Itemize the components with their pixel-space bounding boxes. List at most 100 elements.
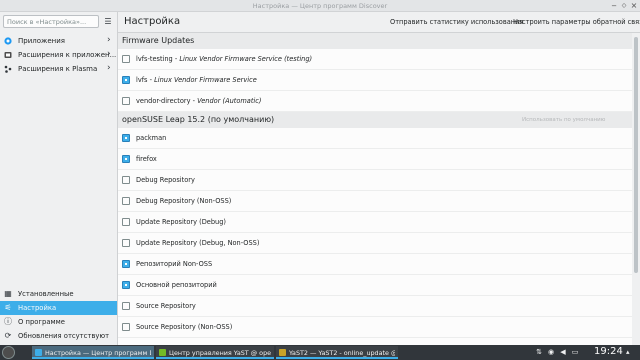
battery-icon[interactable]: ▭ bbox=[570, 347, 580, 358]
volume-icon[interactable]: ◀ bbox=[558, 347, 568, 358]
repo-checkbox[interactable] bbox=[122, 176, 130, 184]
repo-name: firefox bbox=[136, 155, 157, 163]
repo-name: Source Repository (Non-OSS) bbox=[136, 323, 233, 331]
task-label: YaST2 — YaST2 - online_update @ ... bbox=[289, 349, 395, 357]
discover-icon bbox=[35, 349, 42, 356]
section-header: openSUSE Leap 15.2 (по умолчанию) Исполь… bbox=[118, 112, 632, 128]
yast-update-icon bbox=[279, 349, 286, 356]
sidebar-item-settings[interactable]: ⚟ Настройка bbox=[0, 301, 117, 315]
sidebar-item-applications[interactable]: Приложения › bbox=[0, 34, 117, 48]
repository-row: packman bbox=[118, 128, 632, 149]
repository-row: Source Repository bbox=[118, 296, 632, 317]
minimize-button[interactable]: ‒ bbox=[609, 1, 619, 11]
feedback-settings-button[interactable]: Настроить параметры обратной связи bbox=[513, 18, 640, 26]
repo-checkbox[interactable] bbox=[122, 97, 130, 105]
window-title: Настройка — Центр программ Discover bbox=[252, 2, 388, 10]
repo-name: Source Repository bbox=[136, 302, 196, 310]
scrollbar-thumb[interactable] bbox=[634, 37, 638, 273]
chevron-right-icon: › bbox=[107, 49, 111, 59]
use-default-button[interactable]: Использовать по умолчанию bbox=[522, 117, 605, 123]
repo-checkbox[interactable] bbox=[122, 76, 130, 84]
repository-row: lvfs - Linux Vendor Firmware Service bbox=[118, 70, 632, 91]
task-label: Центр управления YaST @ openS... bbox=[169, 349, 271, 357]
sidebar-item-label: Установленные bbox=[18, 290, 74, 298]
task-label: Настройка — Центр программ Di... bbox=[45, 349, 151, 357]
applications-icon bbox=[4, 37, 12, 45]
application-launcher-icon[interactable] bbox=[2, 346, 15, 359]
repository-row: Update Repository (Debug, Non-OSS) bbox=[118, 233, 632, 254]
sidebar-item-updates[interactable]: ⟳ Обновления отсутствуют bbox=[0, 329, 117, 343]
hamburger-menu-icon[interactable]: ☰ bbox=[102, 16, 114, 27]
repo-name: Основной репозиторий bbox=[136, 281, 217, 289]
sidebar-item-app-addons[interactable]: Расширения к приложен... › bbox=[0, 48, 117, 62]
settings-icon: ⚟ bbox=[4, 303, 12, 312]
repository-row: firefox bbox=[118, 149, 632, 170]
repo-checkbox[interactable] bbox=[122, 281, 130, 289]
repo-checkbox[interactable] bbox=[122, 197, 130, 205]
sidebar-item-about[interactable]: ⓘ О программе bbox=[0, 315, 117, 329]
plasma-addons-icon bbox=[4, 65, 12, 73]
repo-name: Debug Repository (Non-OSS) bbox=[136, 197, 232, 205]
repo-checkbox[interactable] bbox=[122, 55, 130, 63]
repo-checkbox[interactable] bbox=[122, 134, 130, 142]
window-titlebar: Настройка — Центр программ Discover ‒ ◇ … bbox=[0, 0, 640, 12]
chevron-right-icon: › bbox=[107, 35, 111, 45]
send-usage-stats-button[interactable]: Отправить статистику использования bbox=[390, 18, 523, 26]
repo-checkbox[interactable] bbox=[122, 218, 130, 226]
sidebar-item-plasma-addons[interactable]: Расширения к Plasma › bbox=[0, 62, 117, 76]
repo-name: lvfs-testing - Linux Vendor Firmware Ser… bbox=[136, 55, 313, 63]
repository-row: Debug Repository (Non-OSS) bbox=[118, 191, 632, 212]
repository-row: Репозиторий Non-OSS bbox=[118, 254, 632, 275]
repo-name: Update Repository (Debug, Non-OSS) bbox=[136, 239, 260, 247]
page-header: Настройка Отправить статистику использов… bbox=[118, 12, 640, 33]
chevron-right-icon: › bbox=[107, 63, 111, 73]
repo-name: packman bbox=[136, 134, 167, 142]
about-icon: ⓘ bbox=[4, 317, 12, 326]
section-title: Firmware Updates bbox=[122, 36, 195, 45]
sidebar-item-label: Расширения к Plasma bbox=[18, 65, 98, 73]
network-icon[interactable]: ⇅ bbox=[534, 347, 544, 358]
taskbar: Настройка — Центр программ Di... Центр у… bbox=[0, 345, 640, 360]
close-button[interactable]: × bbox=[629, 1, 639, 11]
sidebar-item-label: Настройка bbox=[18, 304, 57, 312]
page-title: Настройка bbox=[124, 16, 181, 27]
vertical-scrollbar[interactable] bbox=[632, 33, 640, 345]
addons-icon bbox=[4, 52, 12, 58]
repository-row: lvfs-testing - Linux Vendor Firmware Ser… bbox=[118, 49, 632, 70]
repo-checkbox[interactable] bbox=[122, 323, 130, 331]
discover-icon[interactable]: ◉ bbox=[546, 347, 556, 358]
sidebar-item-installed[interactable]: ▦ Установленные bbox=[0, 287, 117, 301]
repository-row: Основной репозиторий bbox=[118, 275, 632, 296]
repo-name: Репозиторий Non-OSS bbox=[136, 260, 213, 268]
chevron-up-icon[interactable]: ▴ bbox=[626, 348, 630, 356]
sidebar: Поиск в «Настройка»... ☰ Приложения › Ра… bbox=[0, 12, 118, 345]
section-title: openSUSE Leap 15.2 (по умолчанию) bbox=[122, 115, 275, 124]
sidebar-item-label: Расширения к приложен... bbox=[18, 51, 117, 59]
repo-checkbox[interactable] bbox=[122, 302, 130, 310]
repo-checkbox[interactable] bbox=[122, 155, 130, 163]
repo-name: Debug Repository bbox=[136, 176, 195, 184]
task-yast-control-center[interactable]: Центр управления YaST @ openS... bbox=[156, 346, 274, 359]
yast-icon bbox=[159, 349, 166, 356]
sidebar-item-label: Приложения bbox=[18, 37, 65, 45]
repo-name: Update Repository (Debug) bbox=[136, 218, 226, 226]
search-input[interactable]: Поиск в «Настройка»... bbox=[3, 15, 99, 28]
section-header: Firmware Updates bbox=[118, 33, 632, 49]
updates-icon: ⟳ bbox=[4, 331, 12, 340]
repository-row: Debug Repository bbox=[118, 170, 632, 191]
repo-name: lvfs - Linux Vendor Firmware Service bbox=[136, 76, 257, 84]
repo-name: vendor-directory - Vendor (Automatic) bbox=[136, 97, 262, 105]
repository-row: Update Repository (Debug) bbox=[118, 212, 632, 233]
repo-checkbox[interactable] bbox=[122, 239, 130, 247]
repository-row: Source Repository (Non-OSS) bbox=[118, 317, 632, 338]
task-yast-online-update[interactable]: YaST2 — YaST2 - online_update @ ... bbox=[276, 346, 398, 359]
clock[interactable]: 19:24 bbox=[594, 346, 623, 357]
installed-icon: ▦ bbox=[4, 289, 12, 298]
sidebar-item-label: Обновления отсутствуют bbox=[18, 332, 110, 340]
main-panel: Настройка Отправить статистику использов… bbox=[118, 12, 640, 345]
maximize-button[interactable]: ◇ bbox=[619, 1, 629, 11]
repository-row: vendor-directory - Vendor (Automatic) bbox=[118, 91, 632, 112]
repo-checkbox[interactable] bbox=[122, 260, 130, 268]
task-discover[interactable]: Настройка — Центр программ Di... bbox=[32, 346, 154, 359]
sidebar-item-label: О программе bbox=[18, 318, 65, 326]
